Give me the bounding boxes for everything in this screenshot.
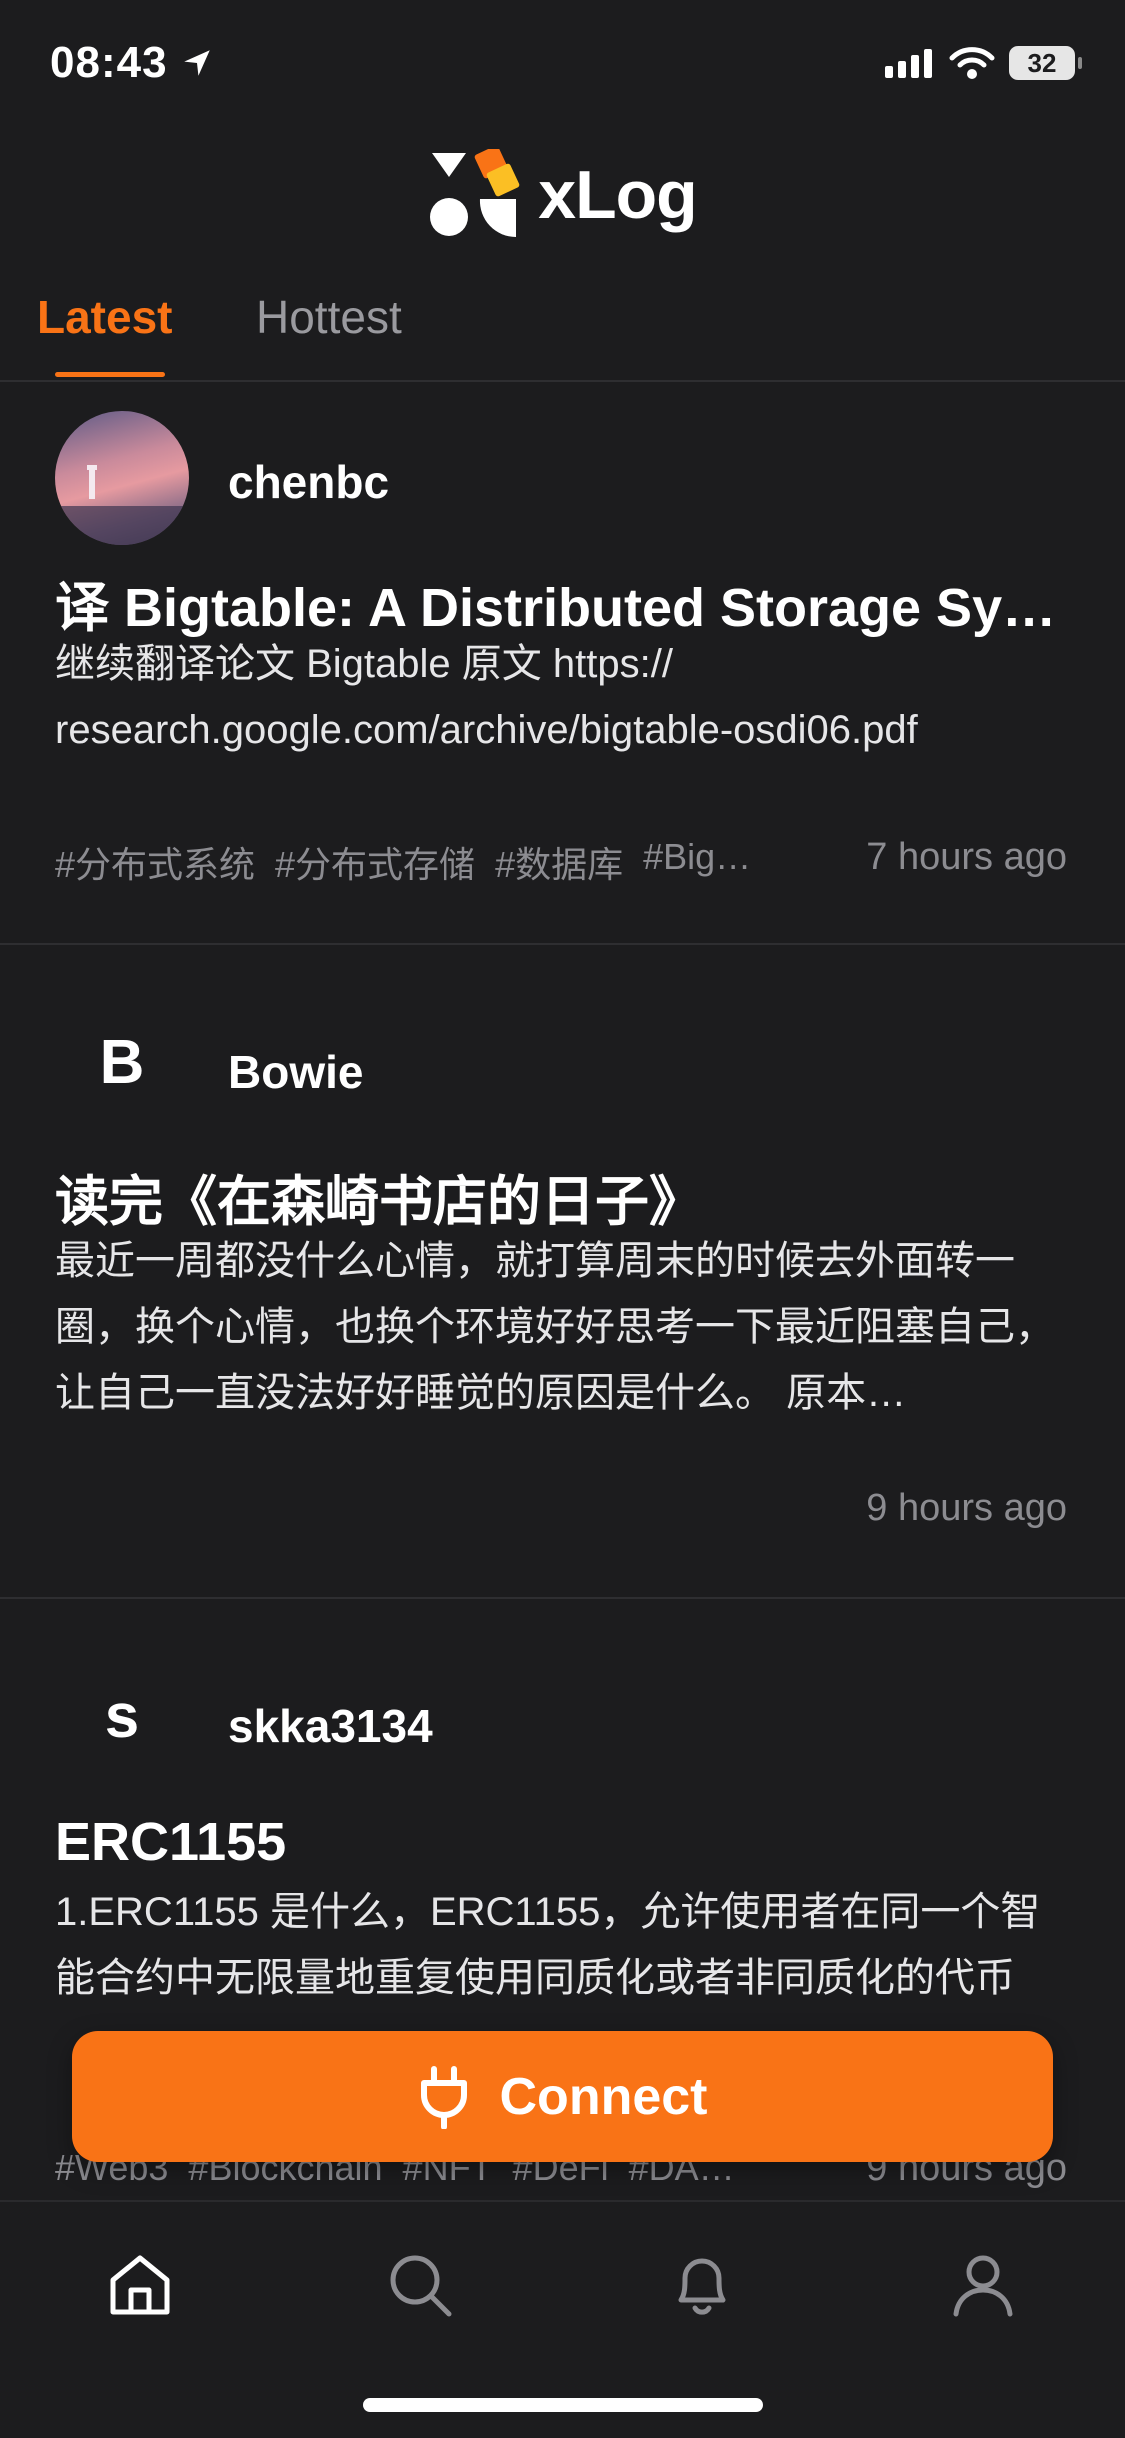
tag[interactable]: #分布式存储: [275, 836, 475, 888]
wifi-icon: [949, 47, 995, 79]
home-icon: [110, 2255, 170, 2315]
post-excerpt: 最近一周都没什么心情，就打算周末的时候去外面转一圈，换个心情，也换个环境好好思考…: [55, 1239, 1055, 1415]
status-time: 08:43: [50, 38, 214, 88]
post-title[interactable]: ERC1155: [55, 1811, 1065, 1873]
location-arrow-icon: [183, 50, 210, 76]
post-timestamp: 7 hours ago: [866, 836, 1067, 878]
avatar[interactable]: B: [55, 995, 189, 1129]
connect-button[interactable]: Connect: [72, 2031, 1053, 2162]
battery-indicator: 32: [1009, 46, 1082, 80]
avatar-initial: s: [104, 1681, 140, 1751]
tag[interactable]: #分布式系统: [55, 836, 255, 888]
avatar-lighthouse-image: [55, 465, 189, 545]
clock-text: 08:43: [50, 38, 168, 87]
tabbar-search[interactable]: [375, 2240, 465, 2330]
plug-icon: [420, 2065, 467, 2129]
app-title: xLog: [538, 157, 697, 233]
avatar[interactable]: [55, 411, 189, 545]
tabbar-notifications[interactable]: [657, 2240, 747, 2330]
author-name[interactable]: Bowie: [228, 1045, 363, 1099]
battery-level: 32: [1027, 47, 1057, 78]
post-card[interactable]: B Bowie 读完《在森崎书店的日子》 最近一周都没什么心情，就打算周末的时候…: [0, 945, 1125, 1599]
status-bar: 08:43 32: [0, 0, 1125, 135]
avatar-initial: B: [99, 1027, 145, 1097]
tab-hottest[interactable]: Hottest: [256, 290, 402, 344]
avatar[interactable]: s: [55, 1649, 189, 1783]
bell-icon: [678, 2258, 726, 2315]
home-indicator: [363, 2398, 763, 2412]
post-timestamp: 9 hours ago: [866, 1487, 1067, 1529]
profile-icon: [953, 2255, 1013, 2317]
post-excerpt: 继续翻译论文 Bigtable 原文 https:// research.goo…: [55, 642, 918, 752]
app-header: xLog: [0, 140, 1125, 250]
tabbar-profile[interactable]: [938, 2240, 1028, 2330]
post-title[interactable]: 读完《在森崎书店的日子》: [55, 1157, 1065, 1236]
author-name[interactable]: skka3134: [228, 1699, 433, 1753]
feed-tabs: Latest Hottest: [0, 270, 1125, 382]
cellular-signal-icon: [885, 49, 932, 78]
connect-label: Connect: [499, 2067, 708, 2126]
status-indicators: 32: [885, 46, 1082, 80]
post-card[interactable]: chenbc 译 Bigtable: A Distributed Storage…: [0, 383, 1125, 945]
search-icon: [390, 2255, 452, 2317]
tag-list: #分布式系统 #分布式存储 #数据库 #Big…: [55, 836, 751, 888]
tabbar-home[interactable]: [95, 2240, 185, 2330]
active-tab-indicator: [55, 372, 165, 377]
tag[interactable]: #数据库: [495, 836, 623, 888]
tab-latest[interactable]: Latest: [37, 290, 172, 344]
author-name[interactable]: chenbc: [228, 455, 389, 509]
tag[interactable]: #Big…: [643, 836, 751, 888]
xlog-logo-icon: [430, 149, 520, 238]
